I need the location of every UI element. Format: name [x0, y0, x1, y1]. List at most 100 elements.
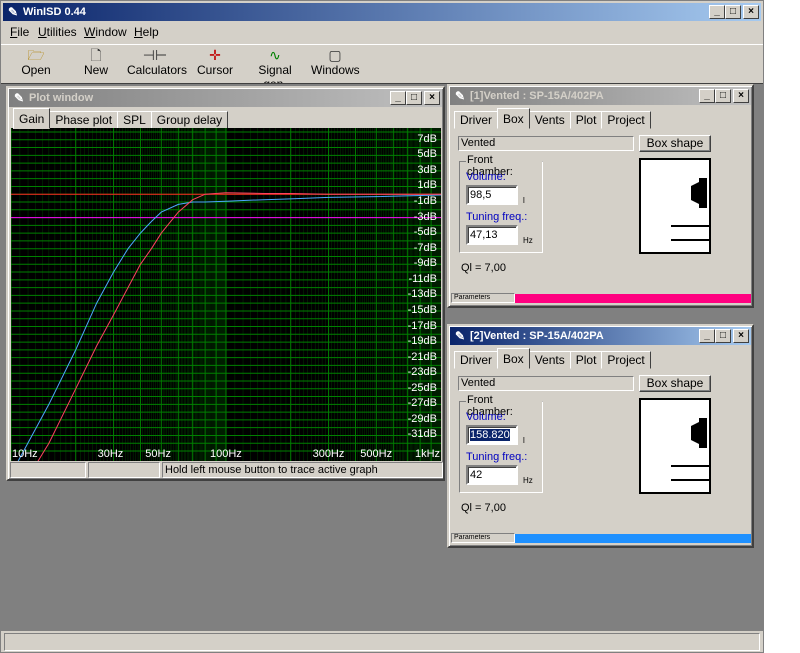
plot-tabs: Gain Phase plot SPL Group delay [13, 108, 229, 129]
y-tick-label: 1dB [417, 179, 437, 192]
new-button[interactable]: 🗋 New [81, 47, 111, 77]
minimize-icon[interactable]: _ [699, 89, 715, 103]
speaker-icon [671, 178, 709, 241]
y-tick-label: -17dB [407, 319, 437, 332]
window-logo-icon: ✎ [454, 329, 466, 343]
x-tick-label: 30Hz [97, 448, 124, 460]
menu-file[interactable]: File [10, 25, 29, 39]
y-tick-label: -29dB [407, 412, 437, 425]
app-title-bar[interactable]: ✎ WinISD 0.44 _ □ × [3, 3, 761, 21]
maximize-icon[interactable]: □ [725, 5, 741, 19]
sine-wave-icon: ∿ [269, 47, 281, 63]
box2-title-bar[interactable]: ✎ [2]Vented : SP-15A/402PA _ □ × [450, 327, 751, 345]
window-icon: ▢ [328, 47, 342, 63]
tab-box[interactable]: Box [497, 108, 530, 129]
plot-window-title-bar[interactable]: ✎ Plot window _ □ × [9, 89, 442, 107]
gain-plot[interactable]: 7dB 5dB 3dB 1dB -1dB -3dB -5dB -7dB -9dB -11dB -13… [11, 128, 441, 461]
app-logo-icon: ✎ [7, 5, 19, 19]
tab-box[interactable]: Box [497, 348, 530, 369]
app-title: WinISD 0.44 [23, 6, 86, 18]
tab-driver[interactable]: Driver [454, 351, 498, 369]
box1-volume-input[interactable]: 98,5 [466, 185, 518, 205]
y-tick-label: -23dB [407, 366, 437, 379]
tab-driver[interactable]: Driver [454, 111, 498, 129]
box1-box-shape-button[interactable]: Box shape [639, 135, 711, 152]
tab-plot[interactable]: Plot [569, 351, 603, 369]
box1-parameters-tab[interactable]: Parameters [451, 293, 515, 303]
plot-status-cell-2 [88, 462, 160, 478]
tab-spl[interactable]: SPL [117, 111, 152, 129]
tab-project[interactable]: Project [601, 351, 651, 369]
calculator-icon: ⊣⊢ [142, 47, 168, 63]
box2-volume-input[interactable]: 158.820 [466, 425, 518, 445]
window-logo-icon: ✎ [454, 89, 466, 103]
menu-utilities[interactable]: Utilities [38, 25, 77, 39]
box1-color-bar[interactable] [515, 294, 751, 303]
y-tick-label: -1dB [413, 195, 437, 208]
y-tick-label: -25dB [407, 381, 437, 394]
box1-ql: Ql = 7,00 [461, 262, 506, 274]
y-tick-label: -27dB [407, 397, 437, 410]
maximize-icon[interactable]: □ [406, 91, 422, 105]
x-tick-label: 10Hz [12, 448, 38, 460]
x-tick-label: 50Hz [145, 448, 171, 460]
crosshair-icon: ✛ [209, 47, 221, 63]
close-icon[interactable]: × [733, 329, 749, 343]
box2-volume-label: Volume: [466, 411, 506, 423]
box2-box-diagram [639, 398, 711, 494]
tab-project[interactable]: Project [601, 111, 651, 129]
close-icon[interactable]: × [733, 89, 749, 103]
app-status-bar [4, 633, 760, 651]
toolbar: 🗁 Open 🗋 New ⊣⊢ Calculators ✛ Cursor ∿ S… [1, 44, 763, 91]
tab-vents[interactable]: Vents [528, 111, 571, 129]
windows-button[interactable]: ▢ Windows [311, 47, 360, 77]
box1-tuning-input[interactable]: 47,13 [466, 225, 518, 245]
plot-status-hint: Hold left mouse button to trace active g… [162, 462, 443, 478]
tab-gain[interactable]: Gain [13, 108, 51, 129]
box-window-1: ✎ [1]Vented : SP-15A/402PA _ □ × Driver … [447, 84, 754, 308]
open-button[interactable]: 🗁 Open [20, 47, 52, 77]
y-tick-label: -15dB [407, 303, 437, 316]
gain-chart-svg [11, 128, 441, 461]
x-tick-label: 1kHz [415, 448, 441, 460]
box2-box-shape-button[interactable]: Box shape [639, 375, 711, 392]
y-tick-label: -21dB [407, 350, 437, 363]
box2-parameters-tab[interactable]: Parameters [451, 533, 515, 543]
y-tick-label: -9dB [413, 257, 437, 270]
box2-ql: Ql = 7,00 [461, 502, 506, 514]
minimize-icon[interactable]: _ [709, 5, 725, 19]
y-tick-label: -3dB [413, 210, 437, 223]
y-tick-label: -11dB [408, 272, 437, 285]
tab-group-delay[interactable]: Group delay [150, 111, 229, 129]
close-icon[interactable]: × [743, 5, 759, 19]
box2-color-bar[interactable] [515, 534, 751, 543]
tab-plot[interactable]: Plot [569, 111, 603, 129]
box2-tabs: Driver Box Vents Plot Project [454, 348, 651, 369]
maximize-icon[interactable]: □ [715, 89, 731, 103]
calculators-button[interactable]: ⊣⊢ Calculators [127, 47, 187, 77]
tab-phase-plot[interactable]: Phase plot [49, 111, 119, 129]
box1-type: Vented [458, 136, 634, 151]
menu-bar: File Utilities Window Help [1, 23, 763, 42]
y-tick-label: -13dB [407, 288, 437, 301]
cursor-button[interactable]: ✛ Cursor [197, 47, 233, 77]
y-tick-label: -7dB [413, 241, 437, 254]
menu-window[interactable]: Window [84, 25, 127, 39]
box2-type: Vented [458, 376, 634, 391]
minimize-icon[interactable]: _ [699, 329, 715, 343]
box2-tuning-label: Tuning freq.: [466, 451, 528, 463]
minimize-icon[interactable]: _ [390, 91, 406, 105]
maximize-icon[interactable]: □ [715, 329, 731, 343]
box2-tuning-input[interactable]: 42 [466, 465, 518, 485]
menu-help[interactable]: Help [134, 25, 159, 39]
y-tick-label: 3dB [417, 163, 437, 176]
close-icon[interactable]: × [424, 91, 440, 105]
x-tick-label: 100Hz [210, 448, 242, 460]
tab-vents[interactable]: Vents [528, 351, 571, 369]
y-tick-label: -5dB [413, 226, 437, 239]
box1-tabs: Driver Box Vents Plot Project [454, 108, 651, 129]
box1-title-bar[interactable]: ✎ [1]Vented : SP-15A/402PA _ □ × [450, 87, 751, 105]
box1-box-diagram [639, 158, 711, 254]
y-tick-label: 5dB [417, 148, 437, 161]
new-document-icon: 🗋 [90, 47, 102, 63]
